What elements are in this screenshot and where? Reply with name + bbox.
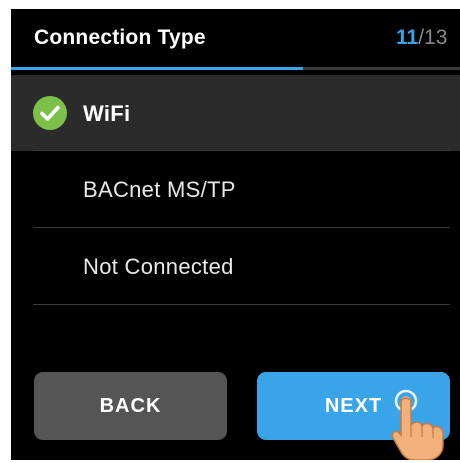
header: Connection Type 11/13 xyxy=(11,9,460,67)
option-label: WiFi xyxy=(83,101,131,126)
option-label: Not Connected xyxy=(83,254,234,279)
option-wifi[interactable]: WiFi xyxy=(11,75,460,151)
page-title: Connection Type xyxy=(34,26,206,49)
step-counter: 11/13 xyxy=(396,26,447,50)
tap-hand-icon xyxy=(391,389,444,460)
step-current: 11 xyxy=(396,26,419,49)
progress-bar xyxy=(11,67,460,70)
check-circle-icon xyxy=(33,96,67,130)
option-not-connected[interactable]: Not Connected xyxy=(11,228,460,305)
back-button[interactable]: BACK xyxy=(34,372,227,440)
step-total: 13 xyxy=(424,26,448,49)
connection-type-list: WiFi BACnet MS/TP Not Connected xyxy=(11,75,460,305)
device-screen: Connection Type 11/13 WiFi BACnet MS/TP … xyxy=(11,9,460,460)
option-label: BACnet MS/TP xyxy=(83,177,236,202)
option-bacnet-ms-tp[interactable]: BACnet MS/TP xyxy=(11,151,460,228)
progress-bar-fill xyxy=(11,67,303,70)
divider xyxy=(33,304,450,305)
